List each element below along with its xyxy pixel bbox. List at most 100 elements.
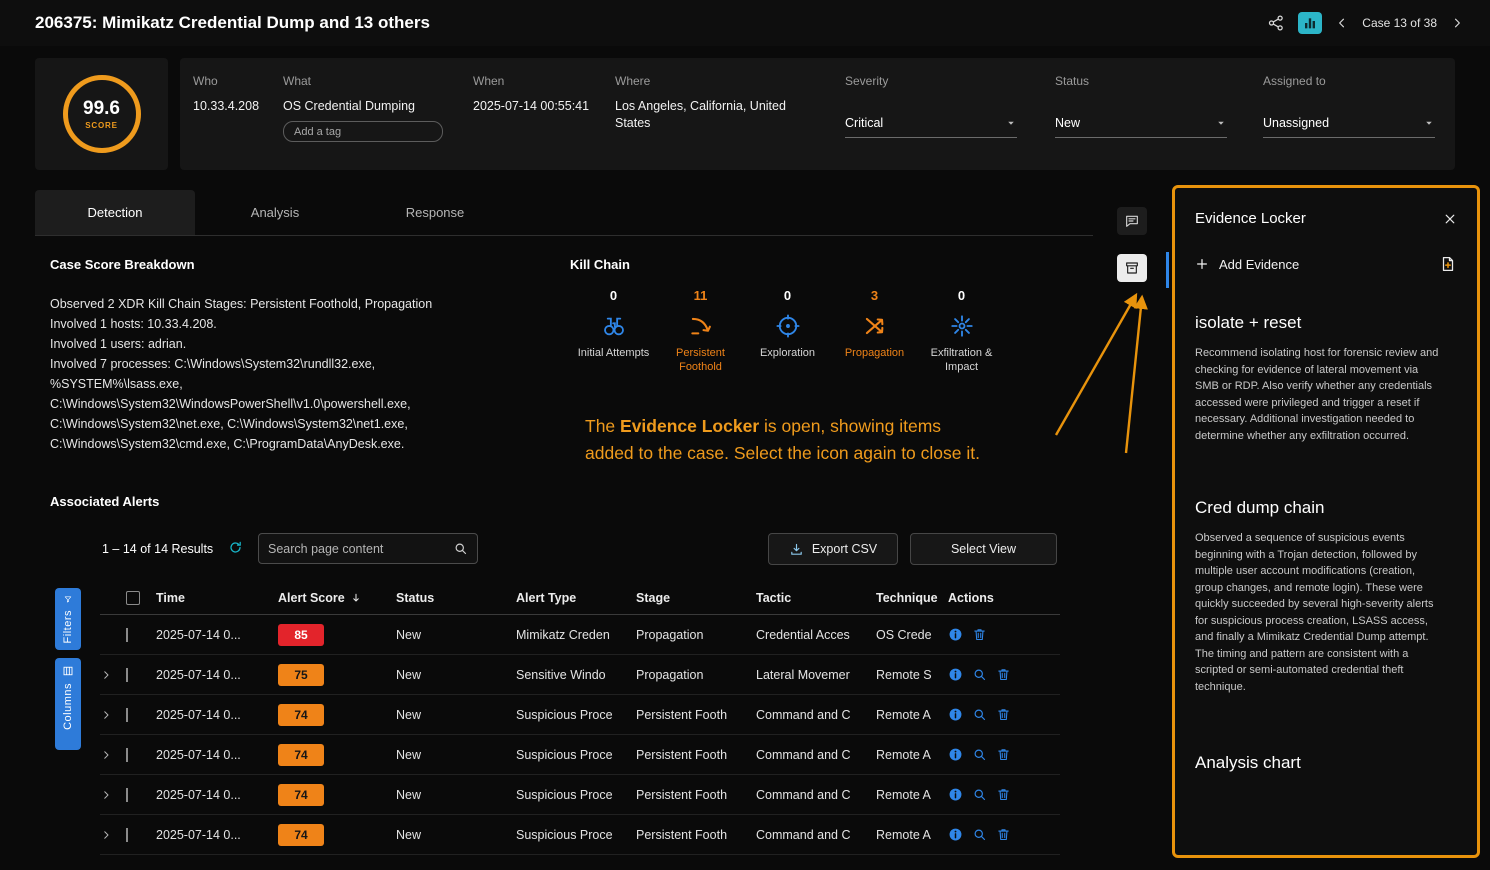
stage-exploration[interactable]: 0 Exploration	[744, 288, 831, 374]
add-tag-input[interactable]	[283, 121, 443, 142]
breakdown-line: Involved 7 processes: C:\Windows\System3…	[50, 354, 498, 454]
share-button[interactable]	[1267, 14, 1285, 32]
assigned-dropdown-block: Assigned to Unassigned	[1263, 74, 1326, 98]
column-header-tactic[interactable]: Tactic	[756, 591, 876, 605]
cell-status: New	[396, 708, 516, 722]
stage-persistent-foothold[interactable]: 11 Persistent Foothold	[657, 288, 744, 374]
tab-detection[interactable]: Detection	[35, 190, 195, 235]
stage-initial-attempts[interactable]: 0 Initial Attempts	[570, 288, 657, 374]
stage-propagation[interactable]: 3 Propagation	[831, 288, 918, 374]
row-expand-button[interactable]	[100, 789, 126, 801]
cell-status: New	[396, 668, 516, 682]
row-search-button[interactable]	[972, 787, 987, 802]
filters-button[interactable]: Filters	[55, 588, 81, 650]
status-dropdown[interactable]: New	[1055, 116, 1227, 138]
row-search-button[interactable]	[972, 827, 987, 842]
row-checkbox[interactable]	[126, 708, 128, 722]
annotation-segment: The	[585, 416, 620, 436]
column-header-status[interactable]: Status	[396, 591, 516, 605]
magnifier-icon	[972, 747, 987, 762]
column-header-technique[interactable]: Technique	[876, 591, 948, 605]
column-header-time[interactable]: Time	[156, 591, 278, 605]
trash-icon	[996, 667, 1011, 682]
row-checkbox[interactable]	[126, 668, 128, 682]
case-score-breakdown: Case Score Breakdown Observed 2 XDR Kill…	[50, 257, 498, 454]
row-info-button[interactable]	[948, 787, 963, 802]
evidence-locker-button[interactable]	[1117, 254, 1147, 282]
who-label: Who	[193, 74, 259, 88]
select-all-checkbox[interactable]	[126, 591, 140, 605]
row-expand-button[interactable]	[100, 629, 126, 641]
where-label: Where	[615, 74, 810, 88]
search-icon[interactable]	[453, 541, 468, 556]
assigned-dropdown[interactable]: Unassigned	[1263, 116, 1435, 138]
row-checkbox[interactable]	[126, 748, 128, 762]
row-delete-button[interactable]	[996, 827, 1011, 842]
row-delete-button[interactable]	[996, 787, 1011, 802]
row-info-button[interactable]	[948, 707, 963, 722]
row-checkbox[interactable]	[126, 828, 128, 842]
row-info-button[interactable]	[948, 627, 963, 642]
chevron-right-icon	[100, 789, 112, 801]
severity-dropdown[interactable]: Critical	[845, 116, 1017, 138]
reports-button[interactable]	[1298, 12, 1322, 34]
close-evidence-locker-button[interactable]	[1443, 212, 1457, 226]
row-info-button[interactable]	[948, 747, 963, 762]
severity-value: Critical	[845, 116, 883, 130]
active-panel-indicator	[1166, 252, 1169, 288]
row-search-button[interactable]	[972, 707, 987, 722]
add-evidence-button[interactable]: Add Evidence	[1195, 257, 1299, 272]
score-value: 99.6	[83, 98, 120, 120]
columns-button[interactable]: Columns	[55, 658, 81, 750]
row-expand-button[interactable]	[100, 829, 126, 841]
row-delete-button[interactable]	[996, 667, 1011, 682]
table-row: 2025-07-14 0... 74 New Suspicious Proce …	[100, 735, 1060, 775]
alerts-search-box	[258, 533, 478, 564]
side-panel-toggles	[1117, 207, 1147, 282]
alerts-table: Time Alert Score Status Alert Type Stage…	[100, 581, 1060, 855]
row-checkbox[interactable]	[126, 628, 128, 642]
row-expand-button[interactable]	[100, 709, 126, 721]
alert-score-badge: 74	[278, 744, 324, 766]
next-case-button[interactable]	[1450, 16, 1464, 30]
row-expand-button[interactable]	[100, 749, 126, 761]
chevron-right-icon	[100, 629, 112, 641]
export-csv-button[interactable]: Export CSV	[768, 533, 898, 565]
trash-icon	[972, 627, 987, 642]
cell-time: 2025-07-14 0...	[156, 748, 278, 762]
info-circle-icon	[948, 667, 963, 682]
column-header-alert-score[interactable]: Alert Score	[278, 591, 396, 605]
row-delete-button[interactable]	[996, 707, 1011, 722]
sort-descending-icon[interactable]	[350, 592, 362, 604]
annotation-text: The Evidence Locker is open, showing ite…	[585, 413, 1145, 467]
row-search-button[interactable]	[972, 747, 987, 762]
alerts-controls: 1 – 14 of 14 Results Export CSV Select V…	[100, 533, 1060, 567]
refresh-icon	[228, 540, 243, 555]
row-expand-button[interactable]	[100, 669, 126, 681]
column-header-stage[interactable]: Stage	[636, 591, 756, 605]
stage-exfiltration-impact[interactable]: 0 Exfiltration & Impact	[918, 288, 1005, 374]
field-where: Where Los Angeles, California, United St…	[615, 74, 810, 132]
row-info-button[interactable]	[948, 667, 963, 682]
row-checkbox[interactable]	[126, 788, 128, 802]
refresh-button[interactable]	[228, 540, 243, 555]
info-circle-icon	[948, 707, 963, 722]
search-input[interactable]	[268, 542, 453, 556]
hook-icon	[688, 313, 714, 339]
breakdown-line: Involved 1 hosts: 10.33.4.208.	[50, 314, 498, 334]
tab-analysis[interactable]: Analysis	[195, 190, 355, 235]
add-evidence-file-button[interactable]	[1439, 255, 1457, 273]
notes-panel-button[interactable]	[1117, 207, 1147, 235]
select-view-button[interactable]: Select View	[910, 533, 1057, 565]
annotation-segment: added to the case. Select the icon again…	[585, 443, 980, 463]
top-bar: 206375: Mimikatz Credential Dump and 13 …	[0, 0, 1490, 46]
row-delete-button[interactable]	[972, 627, 987, 642]
tab-response[interactable]: Response	[355, 190, 515, 235]
previous-case-button[interactable]	[1335, 16, 1349, 30]
row-info-button[interactable]	[948, 827, 963, 842]
alert-score-badge: 75	[278, 664, 324, 686]
where-value: Los Angeles, California, United States	[615, 98, 810, 132]
row-delete-button[interactable]	[996, 747, 1011, 762]
column-header-alert-type[interactable]: Alert Type	[516, 591, 636, 605]
row-search-button[interactable]	[972, 667, 987, 682]
